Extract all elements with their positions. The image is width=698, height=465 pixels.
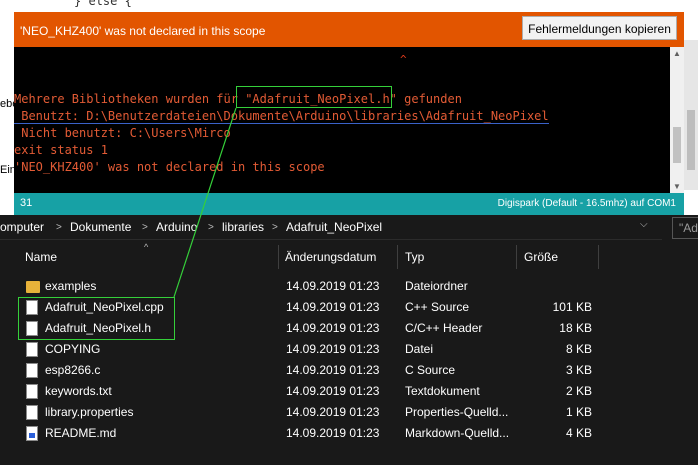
file-type: Properties-Quelld... <box>405 405 509 419</box>
chevron-down-icon[interactable]: ⌵ <box>640 219 648 230</box>
console-line: Benutzt: D:\Benutzerdateien\Dokumente\Ar… <box>14 109 549 124</box>
breadcrumb-item[interactable]: Adafruit_NeoPixel <box>286 220 382 234</box>
breadcrumb-item[interactable]: libraries <box>222 220 264 234</box>
sort-ascending-icon: ^ <box>144 242 149 252</box>
console-line: Nicht benutzt: C:\Users\Mirco <box>14 126 231 140</box>
scrollbar-thumb[interactable] <box>687 110 695 170</box>
chevron-right-icon[interactable]: > <box>142 222 148 233</box>
file-row[interactable]: keywords.txt 14.09.2019 01:23 Textdokume… <box>0 381 620 402</box>
file-size: 18 KB <box>559 321 592 335</box>
column-divider[interactable] <box>278 245 279 269</box>
file-row[interactable]: examples 14.09.2019 01:23 Dateiordner <box>0 276 620 297</box>
column-header-type[interactable]: Typ <box>405 250 424 264</box>
file-row[interactable]: library.properties 14.09.2019 01:23 Prop… <box>0 402 620 423</box>
file-row[interactable]: COPYING 14.09.2019 01:23 Datei 8 KB <box>0 339 620 360</box>
background-window-strip: ebe Ein <box>0 0 18 215</box>
file-icon <box>26 342 38 357</box>
column-header-name[interactable]: Name <box>25 250 57 264</box>
file-size: 2 KB <box>565 384 592 398</box>
scroll-up-icon[interactable]: ▲ <box>670 49 684 58</box>
arduino-ide-window: ebe Ein } else { 'NEO_KHZ400' was not de… <box>0 0 698 215</box>
file-name: esp8266.c <box>45 363 101 377</box>
file-date: 14.09.2019 01:23 <box>286 279 380 293</box>
highlight-box-header-name <box>236 86 392 108</box>
file-name: examples <box>45 279 97 293</box>
breadcrumb-item[interactable]: Arduino <box>156 220 197 234</box>
breadcrumb-item[interactable]: Dokumente <box>70 220 131 234</box>
file-type: Markdown-Quelld... <box>405 426 510 440</box>
code-fragment: } else { <box>74 0 132 8</box>
address-bar[interactable]: omputer > Dokumente > Arduino > librarie… <box>0 215 662 240</box>
highlight-box-library-files <box>18 297 175 340</box>
column-divider[interactable] <box>516 245 517 269</box>
file-date: 14.09.2019 01:23 <box>286 405 380 419</box>
board-info: Digispark (Default - 16.5mhz) auf COM1 <box>497 198 676 209</box>
file-type: C++ Source <box>405 300 470 314</box>
file-name: COPYING <box>45 342 101 356</box>
file-size: 1 KB <box>565 405 592 419</box>
editor-scrollbar-area <box>684 0 698 215</box>
console-output[interactable]: ^ Mehrere Bibliotheken wurden für "Adafr… <box>14 47 670 193</box>
editor-scrollbar[interactable] <box>684 40 698 190</box>
column-header-date[interactable]: Änderungsdatum <box>285 250 376 264</box>
breadcrumb-item[interactable]: omputer <box>0 220 44 234</box>
copy-error-messages-button[interactable]: Fehlermeldungen kopieren <box>522 16 677 40</box>
status-bar: 31 Digispark (Default - 16.5mhz) auf COM… <box>14 193 684 215</box>
column-header-row: ^ Name Änderungsdatum Typ Größe <box>0 242 698 269</box>
folder-icon <box>26 281 40 293</box>
scroll-down-icon[interactable]: ▼ <box>670 182 684 191</box>
file-row[interactable]: README.md 14.09.2019 01:23 Markdown-Quel… <box>0 423 620 444</box>
file-type: Textdokument <box>405 384 480 398</box>
file-type: C/C++ Header <box>405 321 483 335</box>
search-input[interactable]: "Ad <box>672 217 698 239</box>
column-header-size[interactable]: Größe <box>524 250 558 264</box>
error-bar: 'NEO_KHZ400' was not declared in this sc… <box>14 12 684 47</box>
file-name: library.properties <box>45 405 134 419</box>
file-type: C Source <box>405 363 456 377</box>
file-type: Datei <box>405 342 434 356</box>
file-row[interactable]: esp8266.c 14.09.2019 01:23 C Source 3 KB <box>0 360 620 381</box>
file-size: 3 KB <box>565 363 592 377</box>
file-name: README.md <box>45 426 117 440</box>
chevron-right-icon[interactable]: > <box>272 222 278 233</box>
file-date: 14.09.2019 01:23 <box>286 300 380 314</box>
chevron-right-icon[interactable]: > <box>208 222 214 233</box>
file-size: 101 KB <box>552 300 592 314</box>
scrollbar-thumb[interactable] <box>673 127 681 163</box>
column-divider[interactable] <box>397 245 398 269</box>
error-caret: ^ <box>400 53 407 66</box>
file-size: 4 KB <box>565 426 592 440</box>
error-message: 'NEO_KHZ400' was not declared in this sc… <box>20 24 266 38</box>
file-date: 14.09.2019 01:23 <box>286 363 380 377</box>
file-explorer: omputer > Dokumente > Arduino > librarie… <box>0 215 698 465</box>
markdown-file-icon <box>26 426 38 441</box>
file-name: keywords.txt <box>45 384 112 398</box>
console-scrollbar[interactable]: ▲ ▼ <box>670 47 684 193</box>
file-type: Dateiordner <box>405 279 468 293</box>
chevron-right-icon[interactable]: > <box>56 222 62 233</box>
file-icon <box>26 363 38 378</box>
console-line: exit status 1 <box>14 143 108 157</box>
code-editor-strip[interactable]: } else { <box>14 0 684 12</box>
file-date: 14.09.2019 01:23 <box>286 426 380 440</box>
file-date: 14.09.2019 01:23 <box>286 342 380 356</box>
line-number: 31 <box>20 197 33 209</box>
file-size: 8 KB <box>565 342 592 356</box>
file-icon <box>26 405 38 420</box>
file-date: 14.09.2019 01:23 <box>286 321 380 335</box>
file-date: 14.09.2019 01:23 <box>286 384 380 398</box>
file-icon <box>26 384 38 399</box>
column-divider[interactable] <box>598 245 599 269</box>
console-line: 'NEO_KHZ400' was not declared in this sc… <box>14 160 325 174</box>
